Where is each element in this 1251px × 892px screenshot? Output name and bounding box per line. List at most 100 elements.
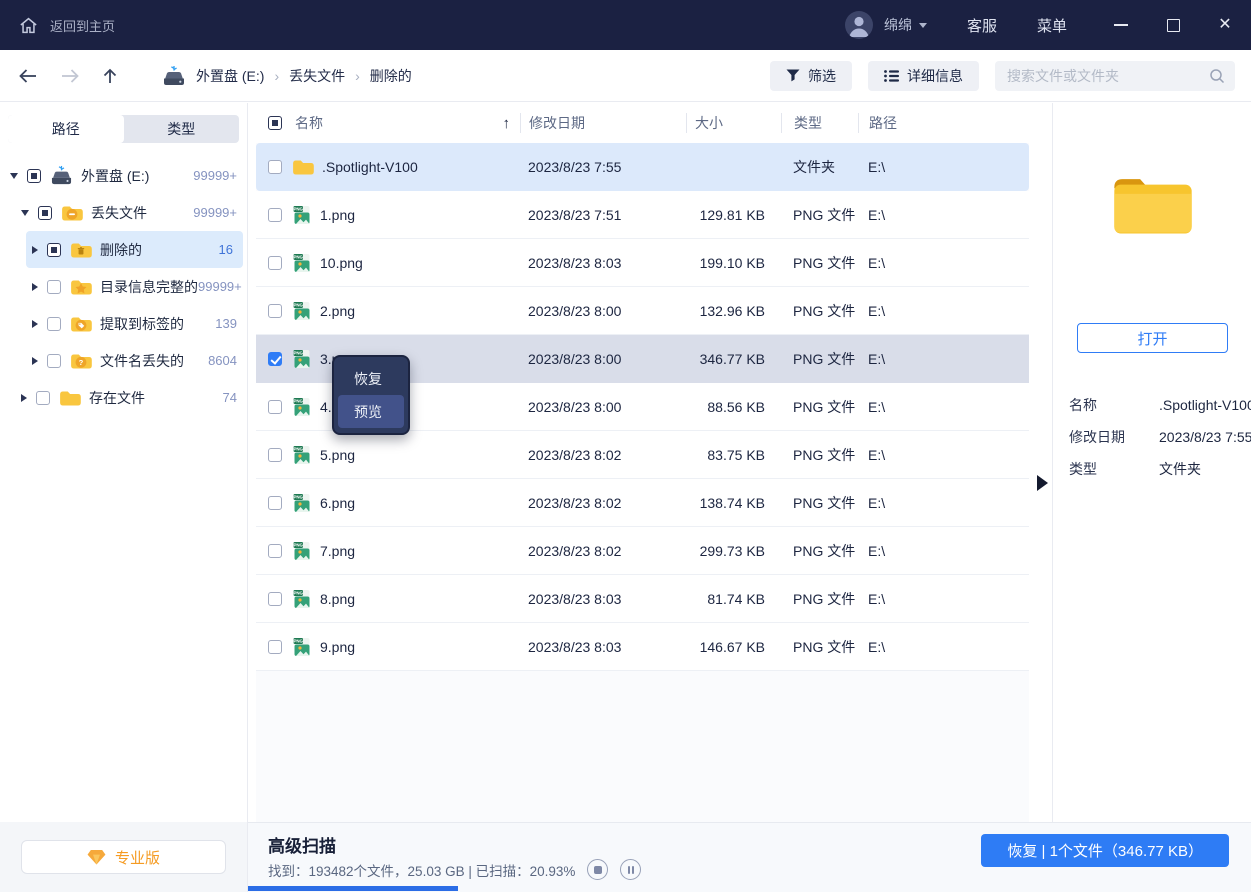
sidebar-tree: 外置盘 (E:)99999+丢失文件99999+删除的16目录信息完整的9999… bbox=[0, 157, 247, 416]
file-name: 9.png bbox=[320, 639, 355, 655]
context-menu-item-recover[interactable]: 恢复 bbox=[338, 362, 404, 395]
chevron-right-icon[interactable] bbox=[21, 394, 27, 402]
tree-checkbox[interactable] bbox=[47, 243, 61, 257]
context-menu-item-preview[interactable]: 预览 bbox=[338, 395, 404, 428]
sidebar-tab-type[interactable]: 类型 bbox=[124, 115, 240, 143]
collapse-panel-arrow-icon[interactable] bbox=[1037, 475, 1048, 491]
header-name[interactable]: 名称 ↑ bbox=[256, 113, 520, 133]
chevron-down-icon[interactable] bbox=[10, 173, 18, 179]
file-row[interactable]: PNG1.png2023/8/23 7:51129.81 KBPNG 文件E:\ bbox=[256, 191, 1029, 239]
row-checkbox[interactable] bbox=[268, 160, 282, 174]
user-avatar[interactable] bbox=[844, 10, 874, 40]
tree-checkbox[interactable] bbox=[47, 280, 61, 294]
back-button[interactable] bbox=[18, 68, 38, 84]
row-checkbox[interactable] bbox=[268, 304, 282, 318]
header-name-label: 名称 bbox=[295, 113, 323, 133]
tree-item[interactable]: 删除的16 bbox=[26, 231, 243, 268]
row-checkbox[interactable] bbox=[268, 208, 282, 222]
tree-checkbox[interactable] bbox=[36, 391, 50, 405]
chevron-right-icon[interactable] bbox=[32, 246, 38, 254]
search-box[interactable] bbox=[995, 61, 1235, 91]
recover-button[interactable]: 恢复 | 1个文件（346.77 KB） bbox=[981, 834, 1229, 867]
sidebar-tab-path[interactable]: 路径 bbox=[8, 115, 124, 143]
png-file-icon: PNG bbox=[292, 637, 312, 657]
tree-item[interactable]: ?文件名丢失的8604 bbox=[0, 342, 247, 379]
up-button[interactable] bbox=[102, 67, 118, 85]
menu-link[interactable]: 菜单 bbox=[1037, 15, 1067, 36]
username[interactable]: 绵绵 bbox=[884, 15, 912, 35]
gem-icon bbox=[87, 849, 106, 865]
row-checkbox[interactable] bbox=[268, 592, 282, 606]
file-name-cell: PNG2.png bbox=[256, 301, 520, 321]
svg-text:PNG: PNG bbox=[293, 398, 303, 403]
file-row[interactable]: PNG7.png2023/8/23 8:02299.73 KBPNG 文件E:\ bbox=[256, 527, 1029, 575]
row-checkbox[interactable] bbox=[268, 256, 282, 270]
tree-item[interactable]: 丢失文件99999+ bbox=[0, 194, 247, 231]
tree-item[interactable]: 外置盘 (E:)99999+ bbox=[0, 157, 247, 194]
chevron-right-icon[interactable] bbox=[32, 357, 38, 365]
header-date[interactable]: 修改日期 bbox=[520, 113, 686, 133]
tree-checkbox[interactable] bbox=[38, 206, 52, 220]
row-checkbox[interactable] bbox=[268, 352, 282, 366]
file-row[interactable]: PNG6.png2023/8/23 8:02138.74 KBPNG 文件E:\ bbox=[256, 479, 1029, 527]
select-all-checkbox[interactable] bbox=[268, 116, 282, 130]
breadcrumb-item[interactable]: 外置盘 (E:) bbox=[196, 66, 264, 86]
file-path: E:\ bbox=[858, 303, 1029, 319]
file-name-cell: PNG1.png bbox=[256, 205, 520, 225]
breadcrumb-item[interactable]: 丢失文件 bbox=[289, 66, 345, 86]
png-file-icon: PNG bbox=[292, 397, 312, 417]
file-path: E:\ bbox=[858, 591, 1029, 607]
row-checkbox[interactable] bbox=[268, 400, 282, 414]
file-row[interactable]: PNG9.png2023/8/23 8:03146.67 KBPNG 文件E:\ bbox=[256, 623, 1029, 671]
tree-item[interactable]: 存在文件74 bbox=[0, 379, 247, 416]
file-path: E:\ bbox=[858, 255, 1029, 271]
file-row[interactable]: .Spotlight-V1002023/8/23 7:55文件夹E:\ bbox=[256, 143, 1029, 191]
row-checkbox[interactable] bbox=[268, 496, 282, 510]
sort-ascending-icon[interactable]: ↑ bbox=[503, 115, 511, 132]
file-row[interactable]: PNG2.png2023/8/23 8:00132.96 KBPNG 文件E:\ bbox=[256, 287, 1029, 335]
maximize-icon bbox=[1167, 19, 1180, 32]
chevron-right-icon[interactable] bbox=[32, 283, 38, 291]
header-path[interactable]: 路径 bbox=[858, 113, 1029, 133]
chevron-down-icon[interactable] bbox=[21, 210, 29, 216]
minimize-button[interactable] bbox=[1095, 0, 1147, 50]
breadcrumb-item[interactable]: 删除的 bbox=[370, 66, 412, 86]
chevron-right-icon[interactable] bbox=[32, 320, 38, 328]
header-type[interactable]: 类型 bbox=[781, 113, 858, 133]
tree-checkbox[interactable] bbox=[47, 317, 61, 331]
filter-button[interactable]: 筛选 bbox=[770, 61, 852, 91]
svg-text:PNG: PNG bbox=[293, 638, 303, 643]
search-input[interactable] bbox=[1005, 67, 1209, 85]
header-size[interactable]: 大小 bbox=[686, 113, 781, 133]
tree-item[interactable]: 目录信息完整的99999+ bbox=[0, 268, 247, 305]
stop-scan-button[interactable] bbox=[587, 859, 608, 880]
row-checkbox[interactable] bbox=[268, 640, 282, 654]
close-button[interactable]: ✕ bbox=[1199, 0, 1251, 50]
tree-item-label: 外置盘 (E:) bbox=[81, 166, 149, 186]
pro-version-button[interactable]: 专业版 bbox=[21, 840, 226, 874]
usb-drive-icon bbox=[162, 65, 186, 87]
file-size: 81.74 KB bbox=[686, 591, 781, 607]
row-checkbox[interactable] bbox=[268, 448, 282, 462]
file-row[interactable]: PNG8.png2023/8/23 8:0381.74 KBPNG 文件E:\ bbox=[256, 575, 1029, 623]
support-link[interactable]: 客服 bbox=[967, 15, 997, 36]
file-row[interactable]: PNG5.png2023/8/23 8:0283.75 KBPNG 文件E:\ bbox=[256, 431, 1029, 479]
file-name: 1.png bbox=[320, 207, 355, 223]
file-row[interactable]: PNG10.png2023/8/23 8:03199.10 KBPNG 文件E:… bbox=[256, 239, 1029, 287]
user-dropdown-caret-icon[interactable] bbox=[919, 23, 927, 28]
forward-button[interactable] bbox=[60, 68, 80, 84]
open-button[interactable]: 打开 bbox=[1077, 323, 1228, 353]
stop-icon bbox=[594, 866, 602, 874]
home-button[interactable]: 返回到主页 bbox=[18, 15, 115, 36]
maximize-button[interactable] bbox=[1147, 0, 1199, 50]
search-icon[interactable] bbox=[1209, 68, 1225, 84]
tree-checkbox[interactable] bbox=[27, 169, 41, 183]
details-button[interactable]: 详细信息 bbox=[868, 61, 979, 91]
tree-item[interactable]: 提取到标签的139 bbox=[0, 305, 247, 342]
file-name: 10.png bbox=[320, 255, 363, 271]
tree-checkbox[interactable] bbox=[47, 354, 61, 368]
pause-scan-button[interactable] bbox=[620, 859, 641, 880]
file-date: 2023/8/23 8:02 bbox=[520, 447, 686, 463]
close-icon: ✕ bbox=[1218, 17, 1231, 33]
row-checkbox[interactable] bbox=[268, 544, 282, 558]
